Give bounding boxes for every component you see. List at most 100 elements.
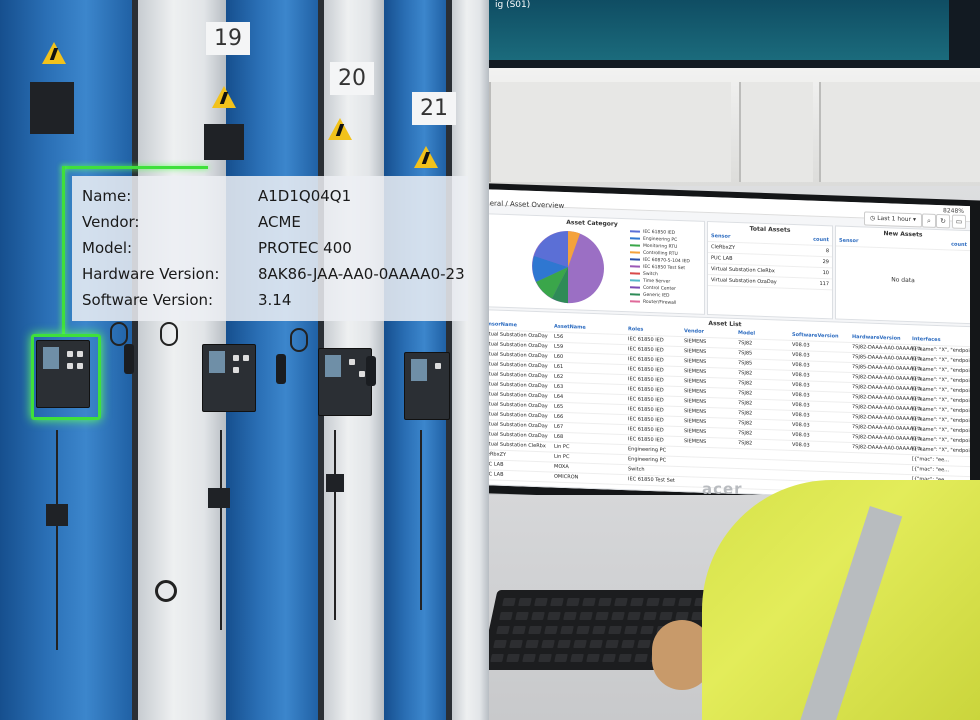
keyboard-key [541, 640, 555, 648]
table-cell: MOXA [554, 463, 569, 471]
table-cell: [{"name": "X", "endpoi... [912, 356, 970, 365]
table-cell: [{"name": "X", "endpoi... [912, 366, 970, 375]
table-cell: [{"name": "X", "endpoi... [912, 436, 970, 445]
table-cell: 7SJ82 [738, 340, 753, 347]
table-cell: Engineering PC [628, 446, 667, 454]
cabinet-window [30, 82, 74, 134]
table-cell: IEC 61850 IED [628, 356, 664, 364]
table-cell: V08.03 [792, 441, 810, 449]
keyboard-key [528, 626, 542, 634]
breadcrumb[interactable]: eneral / Asset Overview [489, 199, 564, 210]
time-range-picker[interactable]: ◷ Last 1 hour ▾ [864, 211, 922, 228]
info-value: 8AK86-JAA-AA0-0AAAA0-23 [258, 265, 465, 283]
keyboard-key [598, 598, 612, 606]
wall-panel [489, 82, 731, 182]
keyboard-key [586, 654, 600, 662]
info-label: Model: [82, 239, 133, 257]
table-cell: [{"name": "X", "endpoi... [912, 416, 970, 425]
column-header[interactable]: Interfaces [912, 336, 941, 343]
table-cell: Virtual Substation OzaDay [489, 381, 548, 390]
table-cell: L56 [554, 333, 564, 340]
table-cell: [{"mac": "ee... [912, 456, 949, 464]
keyboard-key [557, 640, 571, 648]
table-cell: L59 [554, 343, 564, 350]
info-label: Software Version: [82, 291, 214, 309]
time-range-label: Last 1 hour [877, 214, 912, 224]
column-header[interactable]: sensorName [489, 321, 517, 328]
column-header[interactable]: Vendor [684, 328, 704, 335]
table-cell: SIEMENS [684, 438, 707, 445]
table-cell: SIEMENS [684, 378, 707, 385]
protection-relay-device [404, 352, 450, 420]
upper-monitor-text: ig (S01) [495, 0, 531, 10]
table-cell: Virtual Substation OzaDay [489, 351, 548, 360]
table-cell: V08.03 [792, 371, 810, 379]
keyboard-key [493, 640, 507, 648]
door-handle [124, 344, 134, 374]
device-info-panel: Name: A1D1Q04Q1 Vendor: ACME Model: PROT… [72, 176, 468, 321]
keyboard-key [522, 654, 536, 662]
highlight-connector-line [62, 166, 65, 334]
protection-relay-device [318, 348, 372, 416]
table-cell: L63 [554, 383, 564, 390]
keyboard-key [573, 640, 587, 648]
keyboard-key [509, 640, 523, 648]
keyboard-key [538, 654, 552, 662]
table-cell: [{"name": "X", "endpoi... [912, 346, 970, 355]
table-cell: Engineering PC [628, 456, 667, 464]
high-voltage-warning-icon [414, 146, 438, 168]
keyboard-key [531, 612, 545, 620]
table-cell: V08.03 [792, 421, 810, 429]
tv-mode-icon[interactable]: ▭ [952, 214, 966, 230]
table-cell: SIEMENS [684, 418, 707, 425]
table-cell: [{"name": "X", "endpoi... [912, 446, 970, 455]
asset-category-pie [532, 231, 604, 304]
table-cell: SIEMENS [684, 358, 707, 365]
keyboard-key [563, 612, 577, 620]
column-header[interactable]: SoftwareVersion [792, 332, 839, 340]
keyboard-key [608, 626, 622, 634]
column-header[interactable]: HardwareVersion [852, 334, 901, 342]
keyboard-key [506, 654, 520, 662]
table-cell: V08.03 [792, 341, 810, 349]
keyboard-key [496, 626, 510, 634]
table-cell: Switch [628, 466, 645, 473]
table-cell: [{"name": "X", "endpoi... [912, 406, 970, 415]
table-cell: L66 [554, 413, 564, 420]
column-header[interactable]: AssetName [554, 324, 586, 331]
column-header[interactable]: Model [738, 330, 755, 337]
keyboard-key [560, 626, 574, 634]
info-value: 3.14 [258, 291, 292, 309]
cabinet-number-20: 20 [330, 62, 374, 95]
table-cell: IEC 61850 IED [628, 426, 664, 434]
table-cell: V08.03 [792, 391, 810, 399]
table-cell: IEC 61850 IED [628, 436, 664, 444]
cabinet-number-21: 21 [412, 92, 456, 125]
refresh-icon[interactable]: ↻ [936, 213, 950, 229]
table-cell: Virtual Substation OzaDay [489, 371, 548, 380]
column-header[interactable]: Roles [628, 326, 643, 333]
table-cell: SIEMENS [684, 408, 707, 415]
keyboard-key [576, 626, 590, 634]
high-voltage-warning-icon [42, 42, 66, 64]
table-cell: SIEMENS [684, 348, 707, 355]
keyboard-key [579, 612, 593, 620]
cabinet-white-3 [452, 0, 489, 720]
table-cell: 7SJ82 [738, 380, 753, 387]
legend-item[interactable]: Router/Firewall [630, 299, 676, 308]
table-cell: SIEMENS [684, 398, 707, 405]
table-cell: IEC 61850 IED [628, 406, 664, 414]
keyboard-key [605, 640, 619, 648]
wall-panel [819, 82, 980, 182]
mimic-line [220, 430, 222, 630]
table-cell: IEC 61850 IED [628, 416, 664, 424]
keyboard-key [627, 612, 641, 620]
table-cell: Virtual Substation OzaDay [489, 361, 548, 370]
zoom-out-icon[interactable]: ⌕ [922, 213, 936, 228]
table-cell: V08.03 [792, 431, 810, 439]
table-cell: OMICRON [554, 473, 579, 481]
table-cell: V08.03 [792, 351, 810, 359]
table-cell: L68 [554, 433, 564, 440]
person-in-safety-vest [652, 470, 980, 720]
table-cell: Lin PC [554, 443, 570, 451]
